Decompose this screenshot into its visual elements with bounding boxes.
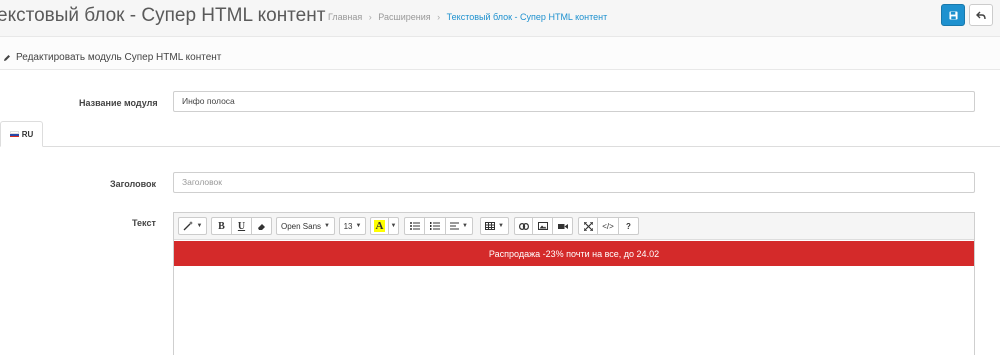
code-view-button[interactable]: </>: [598, 217, 619, 235]
info-banner-text: Распродажа -23% почти на все, до 24.02: [488, 248, 660, 259]
text-color-icon: A: [373, 220, 386, 232]
table-button[interactable]: ▼: [480, 217, 509, 235]
text-color-dropdown[interactable]: ▼: [389, 217, 399, 235]
picture-button[interactable]: [533, 217, 553, 235]
help-icon: ?: [626, 221, 631, 231]
breadcrumb-separator: ›: [437, 12, 441, 22]
fullscreen-icon: [583, 221, 593, 231]
magic-wand-icon: [183, 221, 193, 231]
pencil-icon: [4, 54, 10, 61]
tab-ru[interactable]: RU: [0, 121, 43, 147]
panel-heading: Редактировать модуль Супер HTML контент: [0, 37, 1000, 70]
link-button[interactable]: [514, 217, 533, 235]
heading-label: Заголовок: [110, 179, 157, 189]
rich-text-editor[interactable]: ▼ B U Open Sans ▼ 13 ▼ A ▼ ▼ ▼ </> ? Рас…: [173, 212, 975, 355]
breadcrumb-home[interactable]: Главная: [328, 12, 362, 22]
breadcrumb: Главная › Расширения › Текстовый блок - …: [328, 12, 607, 22]
reply-icon: [976, 11, 986, 19]
video-button[interactable]: [553, 217, 573, 235]
ordered-list-icon: [430, 222, 440, 230]
module-name-label: Название модуля: [79, 98, 158, 108]
editor-toolbar: ▼ B U Open Sans ▼ 13 ▼ A ▼ ▼ ▼ </> ?: [174, 213, 974, 240]
font-family-value: Open Sans: [281, 221, 322, 231]
save-icon: [948, 10, 958, 20]
align-icon: [450, 222, 460, 230]
back-button[interactable]: [969, 4, 993, 26]
info-banner: Распродажа -23% почти на все, до 24.02: [174, 241, 974, 266]
tabs-divider: [0, 146, 1000, 147]
page-title: екстовый блок - Супер HTML контент: [0, 5, 326, 26]
font-size-value: 13: [343, 221, 353, 231]
page-header: екстовый блок - Супер HTML контент Главн…: [0, 0, 1000, 37]
breadcrumb-extensions[interactable]: Расширения: [378, 12, 430, 22]
heading-input[interactable]: Заголовок: [173, 172, 975, 193]
help-button[interactable]: ?: [619, 217, 639, 235]
breadcrumb-current[interactable]: Текстовый блок - Супер HTML контент: [447, 12, 608, 22]
font-size-select[interactable]: 13 ▼: [339, 217, 366, 235]
russia-flag-icon: [9, 131, 19, 137]
unordered-list-button[interactable]: [404, 217, 425, 235]
font-family-select[interactable]: Open Sans ▼: [276, 217, 335, 235]
underline-button[interactable]: U: [232, 217, 252, 235]
table-icon: [485, 222, 496, 230]
panel-title: Редактировать модуль Супер HTML контент: [3, 52, 221, 63]
fullscreen-button[interactable]: [578, 217, 598, 235]
ordered-list-button[interactable]: [425, 217, 446, 235]
eraser-icon: [258, 223, 265, 230]
panel-title-text: Редактировать модуль Супер HTML контент: [16, 52, 222, 63]
tab-ru-label: RU: [21, 129, 34, 139]
breadcrumb-separator: ›: [368, 12, 372, 22]
video-icon: [557, 223, 568, 229]
bold-label: B: [218, 220, 225, 232]
text-color-button[interactable]: A: [370, 217, 389, 235]
paragraph-align-button[interactable]: ▼: [446, 217, 473, 235]
clear-format-button[interactable]: [252, 217, 272, 235]
save-button[interactable]: [941, 4, 965, 26]
bold-button[interactable]: B: [211, 217, 232, 235]
code-view-icon: </>: [602, 221, 614, 231]
link-icon: [518, 222, 529, 230]
unordered-list-icon: [409, 222, 420, 230]
style-button[interactable]: ▼: [178, 217, 207, 235]
picture-icon: [537, 222, 548, 230]
underline-label: U: [237, 220, 246, 232]
module-name-input[interactable]: Инфо полоса: [173, 91, 975, 112]
text-label: Текст: [132, 218, 156, 228]
